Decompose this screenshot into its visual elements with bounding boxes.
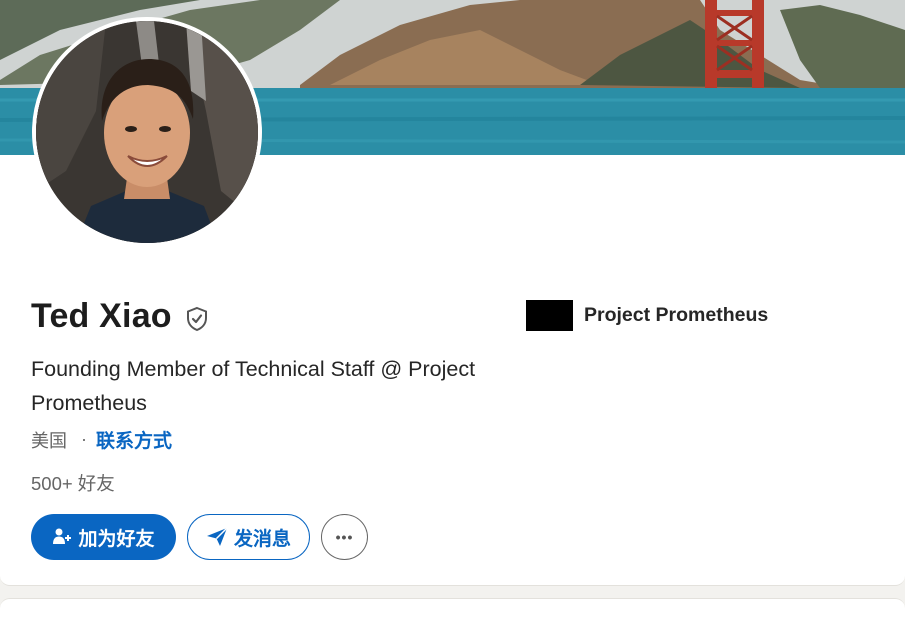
message-button-label: 发消息 bbox=[233, 528, 291, 550]
more-dots-icon: ••• bbox=[335, 529, 354, 545]
contact-info-link[interactable]: 联系方式 bbox=[96, 426, 172, 453]
connections-count[interactable]: 500+ 好友 bbox=[31, 470, 115, 496]
verified-shield-icon[interactable] bbox=[185, 306, 209, 332]
add-person-icon bbox=[52, 527, 72, 547]
message-button[interactable]: 发消息 bbox=[187, 514, 310, 560]
profile-card: Ted Xiao Project Prometheus Founding Mem… bbox=[0, 0, 905, 586]
profile-headline: Founding Member of Technical Staff @ Pro… bbox=[31, 357, 476, 415]
profile-name: Ted Xiao bbox=[31, 297, 172, 335]
more-actions-button[interactable]: ••• bbox=[321, 514, 368, 560]
next-section-card bbox=[0, 598, 905, 638]
connect-button-label: 加为好友 bbox=[78, 528, 155, 550]
profile-avatar[interactable] bbox=[32, 17, 262, 247]
profile-photo-image bbox=[36, 21, 258, 243]
connect-button[interactable]: 加为好友 bbox=[31, 514, 176, 560]
company-logo bbox=[526, 300, 573, 331]
current-company[interactable]: Project Prometheus bbox=[526, 300, 768, 331]
separator-dot: · bbox=[81, 429, 87, 449]
profile-location: 美国 bbox=[31, 430, 67, 451]
company-name: Project Prometheus bbox=[584, 304, 769, 326]
location-row: 美国 · 联系方式 bbox=[31, 426, 172, 453]
send-plane-icon bbox=[206, 527, 228, 547]
